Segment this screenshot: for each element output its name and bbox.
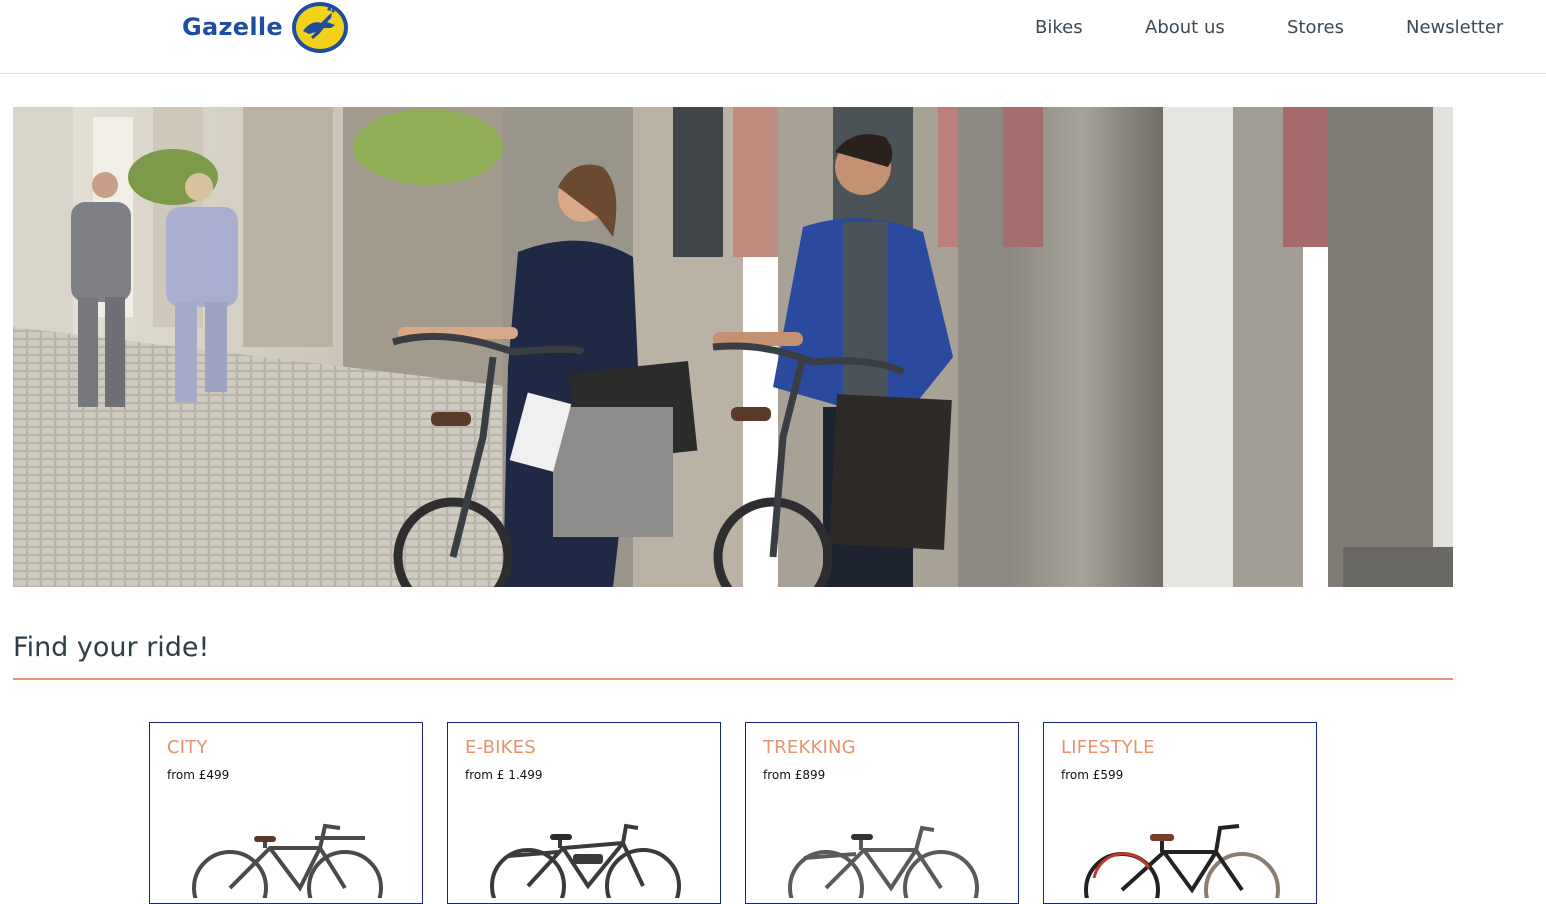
category-price: from £ 1.499 bbox=[465, 768, 543, 782]
category-card-e-bikes[interactable]: E-BIKES from £ 1.499 bbox=[447, 722, 721, 904]
lifestyle-bike-icon bbox=[1084, 824, 1280, 898]
nav-bikes[interactable]: Bikes bbox=[1035, 17, 1083, 38]
e-bike-icon bbox=[490, 823, 681, 898]
section-title: Find your ride! bbox=[13, 632, 210, 663]
city-bike-icon bbox=[192, 823, 383, 898]
category-title: E-BIKES bbox=[465, 737, 536, 758]
gazelle-logo-icon bbox=[291, 1, 348, 53]
nav-newsletter[interactable]: Newsletter bbox=[1406, 17, 1503, 38]
category-price: from £499 bbox=[167, 768, 230, 782]
trekking-bike-icon bbox=[788, 825, 979, 898]
brand-name: Gazelle bbox=[182, 13, 283, 41]
category-title: LIFESTYLE bbox=[1061, 737, 1155, 758]
hero-photo bbox=[13, 107, 1453, 587]
category-card-lifestyle[interactable]: LIFESTYLE from £599 bbox=[1043, 722, 1317, 904]
hero-image bbox=[13, 107, 1453, 587]
category-card-trekking[interactable]: TREKKING from £899 bbox=[745, 722, 1019, 904]
category-card-city[interactable]: CITY from £499 bbox=[149, 722, 423, 904]
category-title: TREKKING bbox=[763, 737, 856, 758]
nav-stores[interactable]: Stores bbox=[1287, 17, 1344, 38]
site-header: Gazelle Bikes About us Stores Newsletter bbox=[0, 0, 1546, 74]
category-price: from £899 bbox=[763, 768, 826, 782]
brand-logo[interactable]: Gazelle bbox=[182, 0, 349, 54]
category-title: CITY bbox=[167, 737, 208, 758]
nav-about-us[interactable]: About us bbox=[1145, 17, 1225, 38]
category-price: from £599 bbox=[1061, 768, 1124, 782]
section-divider bbox=[13, 678, 1453, 680]
